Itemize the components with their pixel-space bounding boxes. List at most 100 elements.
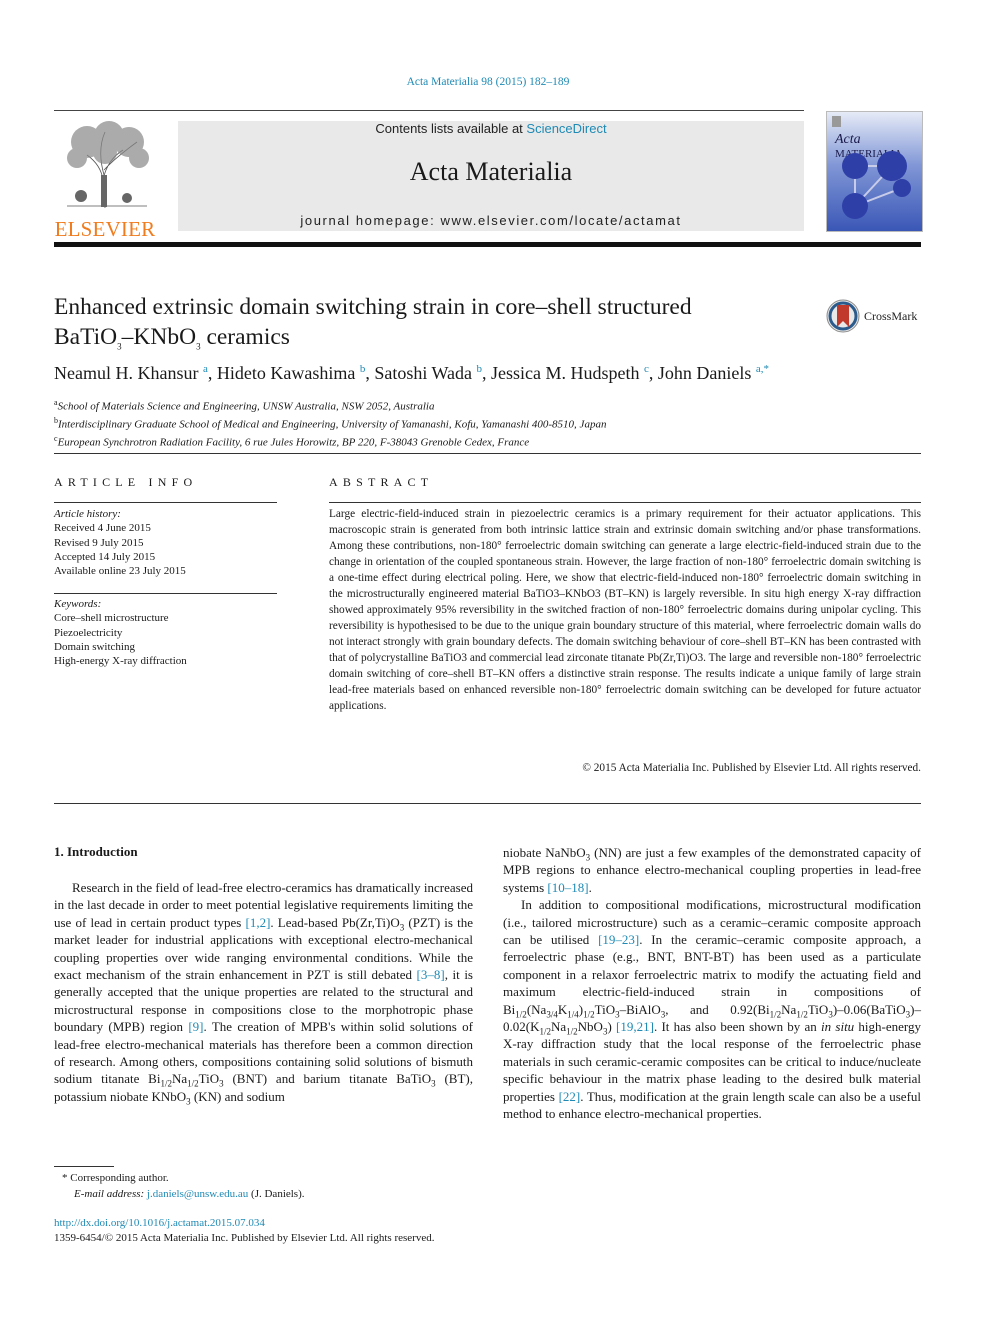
- abstract-text: Large electric-field-induced strain in p…: [329, 508, 921, 712]
- subscript: 3: [186, 1096, 191, 1107]
- subscript: 1/2: [769, 1009, 782, 1020]
- issn-line: 1359-6454/© 2015 Acta Materialia Inc. Pu…: [54, 1232, 435, 1244]
- history-item: Revised 9 July 2015: [54, 536, 144, 549]
- author-name: Hideto Kawashima: [216, 363, 356, 383]
- sciencedirect-link[interactable]: ScienceDirect: [526, 121, 606, 136]
- article-info-heading: ARTICLE INFO: [54, 475, 198, 489]
- header-rule: [54, 110, 804, 111]
- author-list: Neamul H. Khansur a, Hideto Kawashima b,…: [54, 363, 770, 383]
- history-label: Article history:: [54, 508, 121, 520]
- footnotes: * Corresponding author. E-mail address: …: [54, 1170, 494, 1202]
- article-history: Article history: Received 4 June 2015 Re…: [54, 507, 277, 578]
- author[interactable]: Satoshi Wada b: [374, 363, 482, 383]
- affiliation-text: European Synchrotron Radiation Facility,…: [57, 436, 530, 449]
- paragraph: In addition to compositional modificatio…: [503, 897, 922, 1122]
- affiliation-marker[interactable]: a: [203, 363, 208, 375]
- affiliation-marker[interactable]: b: [477, 363, 483, 375]
- divider: [54, 502, 277, 503]
- journal-reference-link[interactable]: Acta Materialia 98 (2015) 182–189: [0, 76, 976, 88]
- article-title: Enhanced extrinsic domain switching stra…: [54, 292, 814, 352]
- keyword: Core–shell microstructure: [54, 612, 169, 625]
- subscript: 3/4: [546, 1009, 558, 1020]
- affiliation-a: aSchool of Materials Science and Enginee…: [54, 396, 924, 414]
- cover-publisher-icon: [832, 116, 841, 127]
- subscript: 3: [602, 1026, 608, 1037]
- email-label: E-mail address:: [74, 1188, 145, 1200]
- cover-node: [842, 193, 868, 219]
- cover-node: [842, 153, 868, 179]
- cover-title-italic: Acta: [835, 132, 861, 147]
- subscript: 3: [399, 922, 405, 933]
- author[interactable]: Neamul H. Khansur a: [54, 363, 208, 383]
- author[interactable]: Jessica M. Hudspeth c: [491, 363, 649, 383]
- cover-node: [877, 151, 907, 181]
- affiliation-marker[interactable]: c: [644, 363, 649, 375]
- author[interactable]: John Daniels a,*: [658, 363, 769, 383]
- doi-link[interactable]: http://dx.doi.org/10.1016/j.actamat.2015…: [54, 1217, 265, 1229]
- subscript: 1/2: [160, 1079, 172, 1090]
- divider: [329, 502, 921, 503]
- affiliation-text: Interdisciplinary Graduate School of Med…: [58, 418, 607, 431]
- elsevier-logo[interactable]: ELSEVIER: [54, 120, 156, 241]
- footnote-rule: [54, 1166, 114, 1167]
- title-line-2: BaTiO3–KNbO3 ceramics: [54, 322, 814, 352]
- author-name: John Daniels: [657, 363, 752, 383]
- email-link[interactable]: j.daniels@unsw.edu.au: [147, 1188, 248, 1200]
- history-item: Available online 23 July 2015: [54, 565, 186, 578]
- citation-link[interactable]: [10–18]: [547, 880, 588, 895]
- cover-node: [893, 179, 911, 197]
- subscript: 1/2: [539, 1026, 551, 1037]
- divider: [54, 803, 921, 804]
- subscript: 3: [828, 1009, 833, 1020]
- affiliation-marker[interactable]: b: [360, 363, 366, 375]
- paragraph: niobate NaNbO3 (NN) are just a few examp…: [503, 845, 921, 895]
- divider: [54, 453, 921, 454]
- title-part: BaTiO: [54, 324, 118, 350]
- crossmark-button[interactable]: CrossMark: [826, 298, 926, 334]
- keyword: High-energy X-ray diffraction: [54, 655, 187, 668]
- history-item: Accepted 14 July 2015: [54, 550, 156, 563]
- author[interactable]: Hideto Kawashima b: [217, 363, 365, 383]
- header-thick-rule: [54, 242, 921, 247]
- subscript: 1/2: [187, 1079, 199, 1090]
- abstract-copyright: © 2015 Acta Materialia Inc. Published by…: [582, 762, 921, 774]
- citation-link[interactable]: [22]: [559, 1089, 581, 1104]
- history-item: Received 4 June 2015: [54, 522, 151, 535]
- title-line-1: Enhanced extrinsic domain switching stra…: [54, 294, 692, 320]
- citation-link[interactable]: [1,2]: [245, 915, 270, 930]
- keywords-label: Keywords:: [54, 598, 102, 610]
- citation-link[interactable]: [9]: [188, 1019, 203, 1034]
- footnote-marker: *: [62, 1172, 68, 1184]
- contents-prefix: Contents lists available at: [375, 121, 527, 136]
- subscript: 1/4: [567, 1009, 579, 1020]
- author-name: Neamul H. Khansur: [54, 363, 199, 383]
- affiliation-c: cEuropean Synchrotron Radiation Facility…: [54, 432, 924, 450]
- elsevier-tree-icon: [67, 121, 149, 209]
- title-part: –KNbO: [121, 324, 197, 350]
- author-name: Satoshi Wada: [374, 363, 473, 383]
- divider: [54, 593, 277, 594]
- crossmark-icon: [826, 299, 860, 333]
- citation-link[interactable]: [3–8]: [417, 967, 445, 982]
- paragraph: Research in the field of lead-free elect…: [54, 880, 474, 1107]
- journal-cover-image[interactable]: Acta MATERIALIA: [826, 111, 923, 232]
- citation-link[interactable]: [19–23]: [598, 932, 639, 947]
- body-column-right: niobate NaNbO3 (NN) are just a few examp…: [503, 844, 921, 1123]
- doi-block: http://dx.doi.org/10.1016/j.actamat.2015…: [54, 1216, 554, 1246]
- abstract-heading: ABSTRACT: [329, 475, 434, 489]
- journal-homepage-link[interactable]: journal homepage: www.elsevier.com/locat…: [178, 213, 804, 228]
- cover-network-graphic: [842, 151, 911, 219]
- elsevier-wordmark: ELSEVIER: [54, 217, 156, 241]
- citation-link[interactable]: [19,21]: [616, 1019, 654, 1034]
- body-column-left: Research in the field of lead-free elect…: [54, 879, 474, 1107]
- journal-banner: Contents lists available at ScienceDirec…: [178, 121, 804, 231]
- affiliation-b: bInterdisciplinary Graduate School of Me…: [54, 414, 924, 432]
- subscript: 3: [585, 852, 591, 863]
- subscript: 1/2: [566, 1026, 578, 1037]
- author-name: Jessica M. Hudspeth: [491, 363, 640, 383]
- subscript: 3: [219, 1079, 224, 1090]
- subscript: 3: [905, 1009, 911, 1020]
- subscript: 3: [615, 1009, 620, 1020]
- affiliation-marker[interactable]: a,*: [756, 363, 769, 375]
- crossmark-label: CrossMark: [864, 308, 918, 323]
